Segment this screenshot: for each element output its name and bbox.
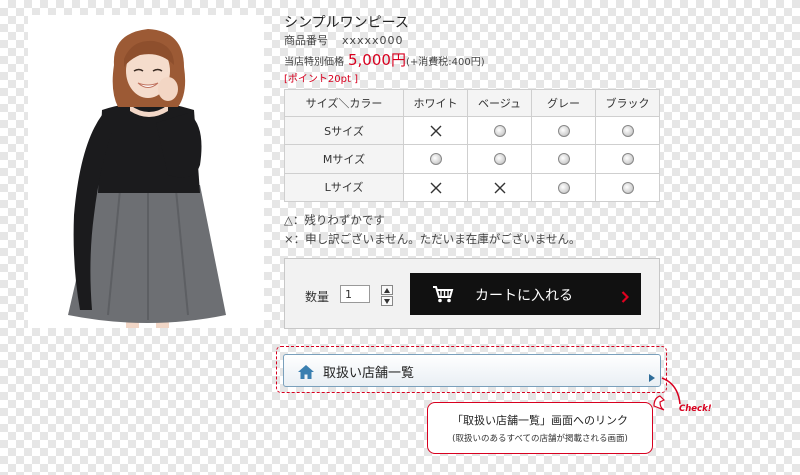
stock-legend: △：残りわずかです ×：申し訳ございません。ただいま在庫がございません。 [284,211,580,249]
legend-sold-out: ×：申し訳ございません。ただいま在庫がございません。 [284,232,581,246]
radio-icon[interactable] [621,181,634,194]
stock-cell [467,172,532,203]
quantity-label: 数量 [305,290,330,304]
stock-table: サイズ＼カラー ホワイト ベージュ グレー ブラック Sサイズ Mサイズ Lサイズ [284,89,660,203]
table-row: Sサイズ [284,115,660,146]
cross-icon [494,182,505,194]
price-value: 5,000円 [348,51,406,69]
stock-cell[interactable] [467,115,532,146]
stock-table-header-row: サイズ＼カラー ホワイト ベージュ グレー ブラック [284,89,660,117]
legend-few-left: △：残りわずかです [284,213,385,227]
radio-icon[interactable] [557,125,570,138]
product-code-label: 商品番号 [284,34,328,47]
column-header: ベージュ [467,89,532,117]
column-header: ホワイト [403,89,468,117]
stock-cell[interactable] [531,144,596,174]
tax-note: (+消費税:400円) [405,57,485,68]
size-row-label: Mサイズ [284,144,404,174]
callout-subtitle: (取扱いのあるすべての店舗が掲載される画面) [452,434,628,444]
cross-icon [430,182,441,194]
stock-table-body: Sサイズ Mサイズ Lサイズ [284,115,660,203]
check-label: Check! [679,404,712,414]
column-header: グレー [531,89,596,117]
radio-icon[interactable] [557,181,570,194]
chevron-right-icon [649,367,655,382]
radio-icon[interactable] [621,153,634,166]
stock-cell[interactable] [531,172,596,203]
cart-panel: 数量 カートに入れる [284,258,660,329]
product-title: シンプルワンピース [284,15,409,31]
table-row: Mサイズ [284,144,660,174]
column-header: ブラック [595,89,660,117]
chevron-right-icon [621,288,630,303]
price-label: 当店特別価格 [284,57,344,68]
quantity-stepper[interactable] [381,285,393,306]
store-list-button[interactable]: 取扱い店舗一覧 [283,354,661,387]
add-to-cart-label: カートに入れる [475,288,573,304]
product-code-value: xxxxx000 [342,34,404,47]
radio-icon[interactable] [493,153,506,166]
product-photo [28,15,264,328]
corner-header: サイズ＼カラー [284,89,404,117]
price-row: 当店特別価格 5,000円(+消費税:400円) [284,49,485,70]
quantity-input[interactable] [340,285,370,303]
stock-cell[interactable] [595,144,660,174]
radio-icon[interactable] [557,153,570,166]
stock-cell[interactable] [595,115,660,146]
points-badge: [ポイント20pt ] [284,74,358,85]
add-to-cart-button[interactable]: カートに入れる [410,273,641,315]
up-arrow-icon[interactable] [381,285,393,295]
callout-title: 「取扱い店舗一覧」画面へのリンク [452,414,628,427]
stock-cell [403,172,468,203]
stock-cell [403,115,468,146]
stock-cell[interactable] [467,144,532,174]
radio-icon[interactable] [621,125,634,138]
stock-cell[interactable] [403,144,468,174]
cart-icon [432,285,454,303]
size-row-label: Lサイズ [284,172,404,203]
callout-box: 「取扱い店舗一覧」画面へのリンク (取扱いのあるすべての店舗が掲載される画面) [427,402,653,454]
cross-icon [430,125,441,137]
down-arrow-icon[interactable] [381,296,393,306]
stock-cell[interactable] [595,172,660,203]
stock-cell[interactable] [531,115,596,146]
store-list-label: 取扱い店舗一覧 [323,366,415,381]
home-icon [298,364,314,379]
radio-icon[interactable] [429,153,442,166]
product-code: 商品番号 xxxxx000 [284,32,404,48]
radio-icon[interactable] [493,125,506,138]
table-row: Lサイズ [284,172,660,203]
size-row-label: Sサイズ [284,115,404,146]
